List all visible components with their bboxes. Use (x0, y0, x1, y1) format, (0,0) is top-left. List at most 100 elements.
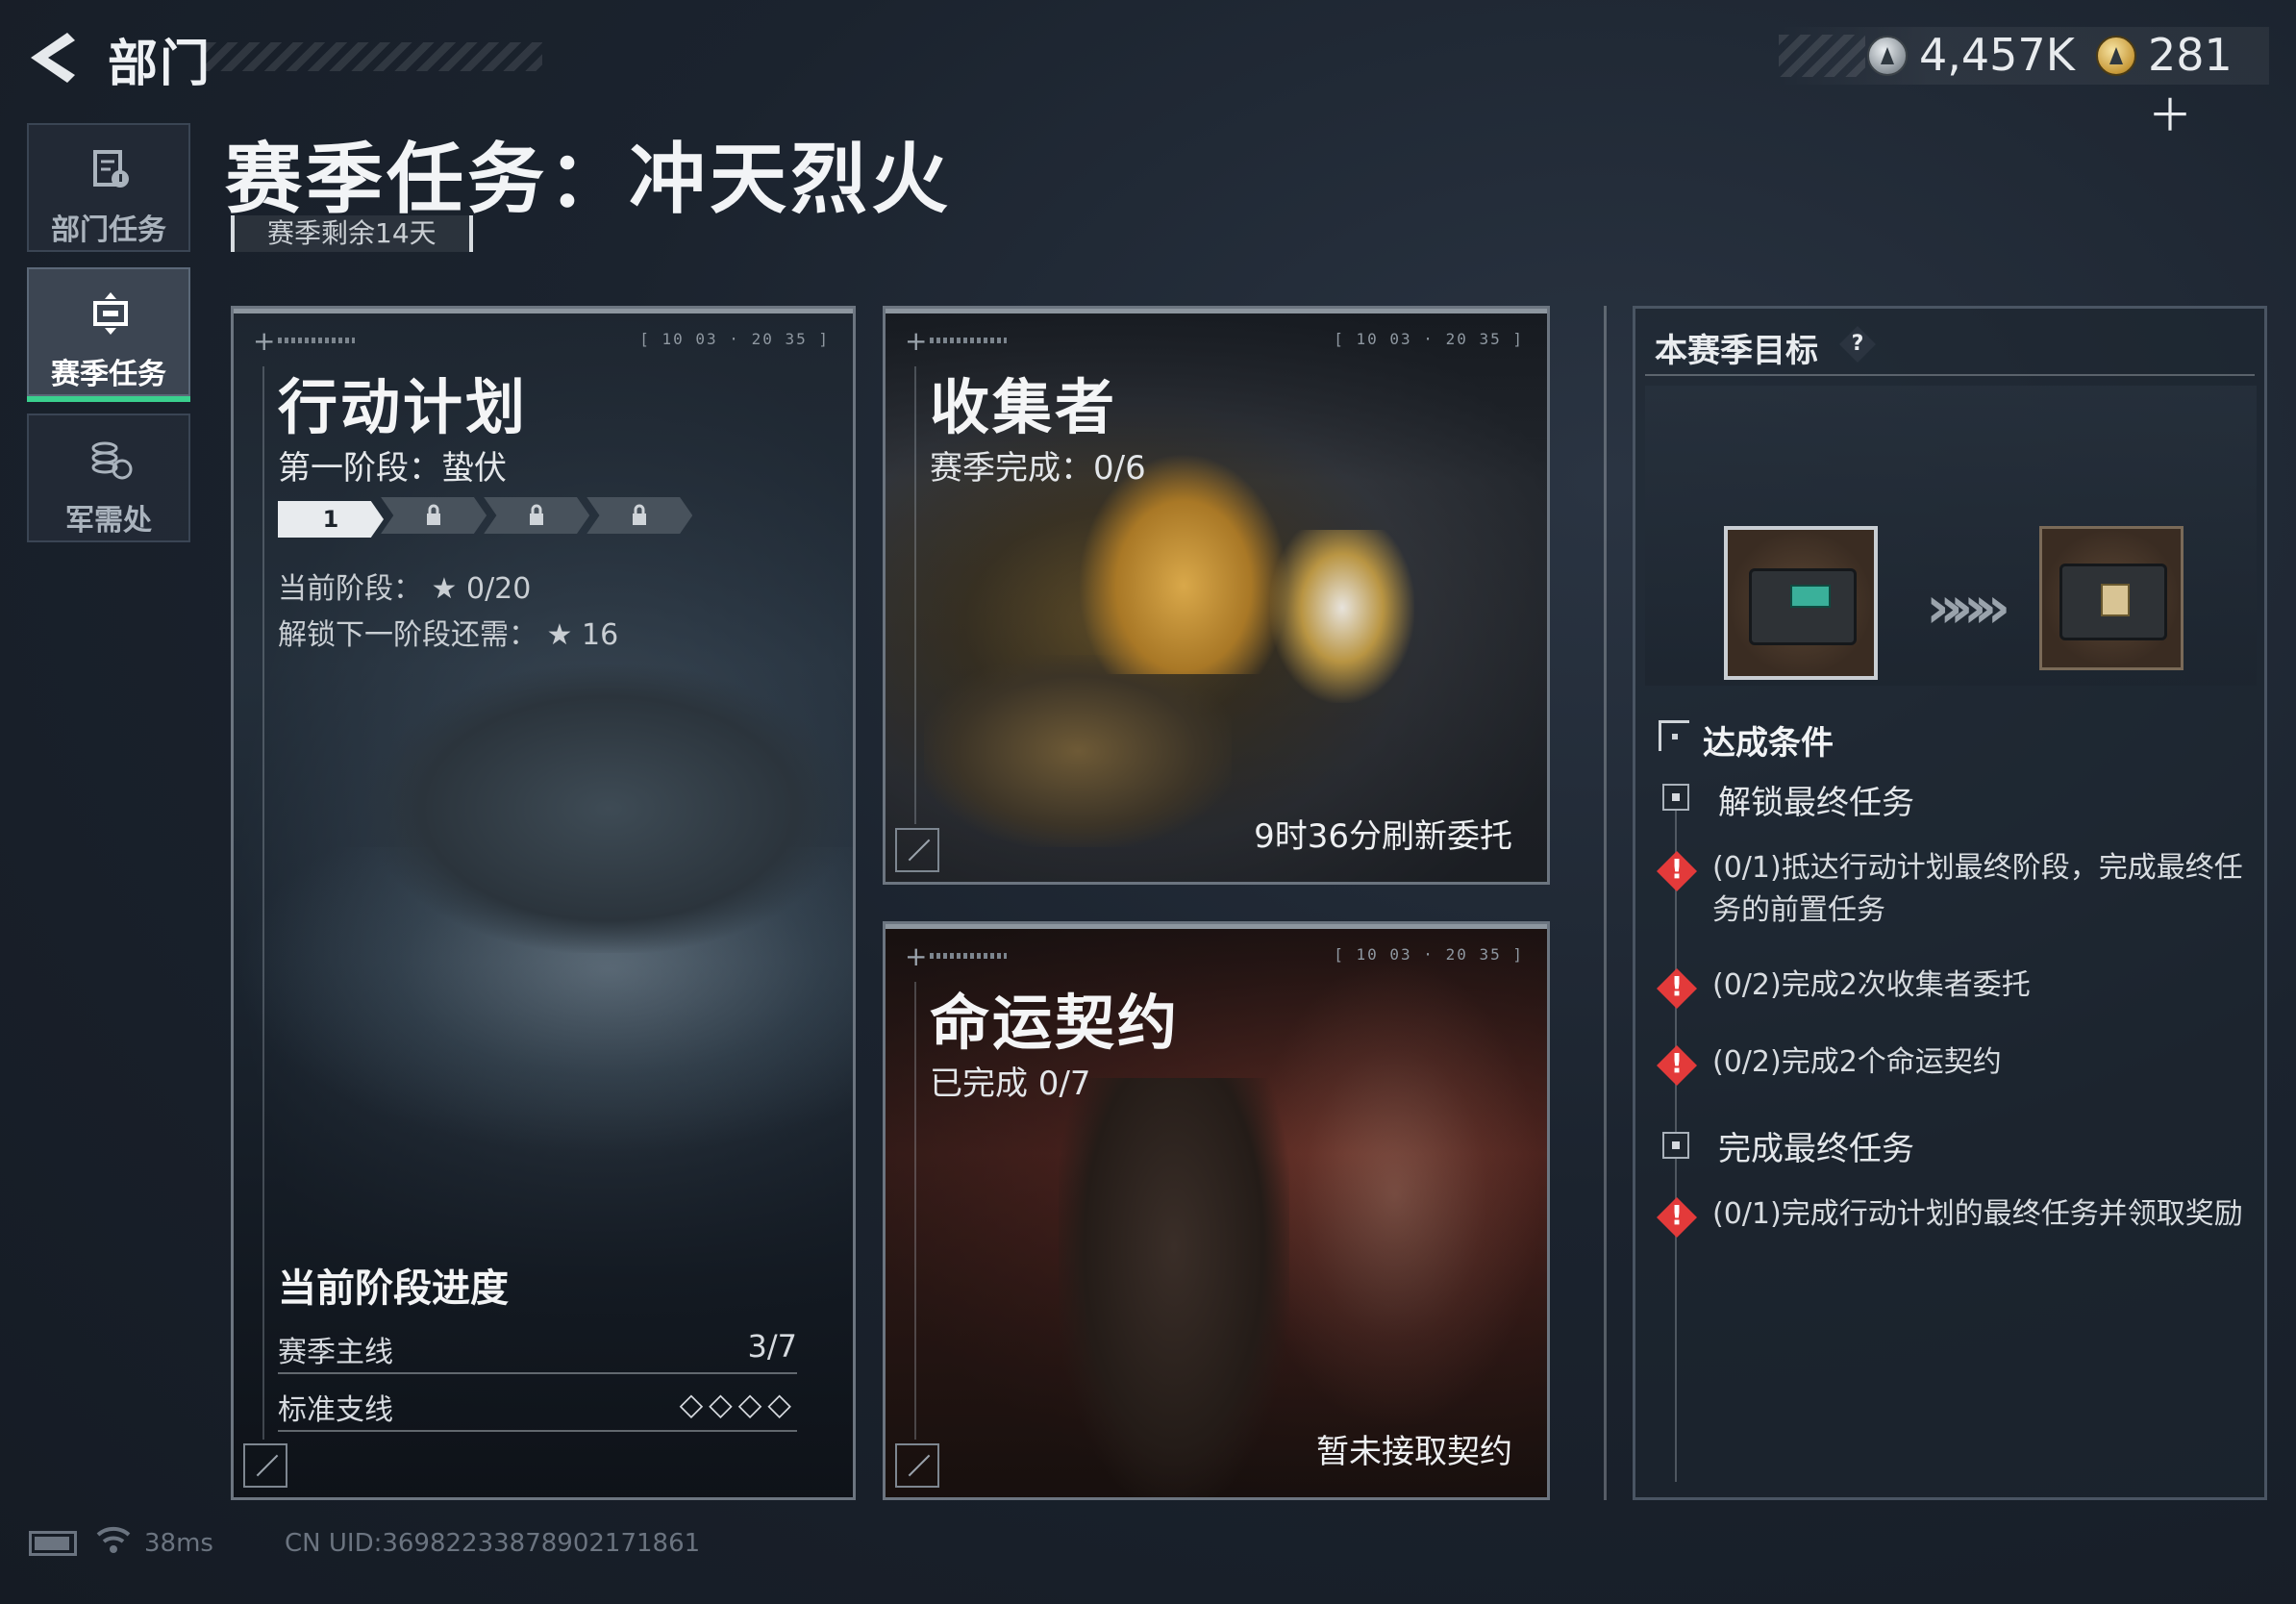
season-task-icon (93, 292, 128, 335)
user-uid: CN UID:36982233878902171861 (285, 1529, 701, 1558)
condition-sub-final-reward: (0/1)完成行动计划的最终任务并领取奖励 (1712, 1197, 2243, 1231)
reward-item-teal-crate[interactable] (1724, 526, 1878, 680)
back-arrow-icon (31, 33, 75, 83)
fate-contract-status: 暂未接取契约 (1316, 1433, 1512, 1471)
silver-coin-icon (1867, 36, 1908, 76)
back-button[interactable] (27, 27, 85, 88)
chevron-right-icon: »»» (1926, 574, 2010, 641)
nav-label-season-task: 赛季任务 (51, 358, 166, 391)
header-title: 部门 (108, 36, 212, 93)
expand-icon (895, 1443, 939, 1488)
card-deco-bar (278, 338, 355, 343)
card-deco-stamp: [ 10 03 · 20 35 ] (1334, 330, 1524, 348)
nav-item-department-task[interactable]: 部门任务 (27, 123, 190, 252)
current-stage-label: 当前阶段： (278, 572, 422, 606)
battery-icon (29, 1531, 77, 1556)
expand-icon (895, 828, 939, 872)
wanted-photos-art (1251, 963, 1539, 1424)
crate-teal-icon (1749, 568, 1857, 645)
wifi-icon (94, 1523, 133, 1565)
current-stage-row: 当前阶段： ★ 0/20 (278, 564, 531, 607)
conditions-heading: 达成条件 (1659, 716, 1834, 764)
stage-segment-2-lock-icon (381, 497, 487, 534)
plus-icon: + (905, 940, 928, 972)
reward-item-gold-crate[interactable] (2039, 526, 2184, 670)
card-top-line (886, 309, 1547, 313)
conditions-icon (1659, 720, 1689, 751)
island-art (368, 664, 849, 953)
golden-cup-art (1270, 530, 1414, 703)
crate-gold-icon (2059, 564, 2167, 640)
progress-row-side: 标准支线 ◇◇◇◇ (278, 1376, 797, 1432)
reward-showcase: »»» (1645, 386, 2257, 686)
stage-segment-3-lock-icon (484, 497, 590, 534)
condition-complete-final: 完成最终任务 (1718, 1130, 1914, 1168)
fate-contract-title: 命运契约 (930, 988, 1181, 1058)
warning-icon (1657, 851, 1697, 891)
condition-unlock-final: 解锁最终任务 (1718, 784, 1914, 822)
quartermaster-icon (91, 441, 133, 480)
fate-contract-card[interactable]: + [ 10 03 · 20 35 ] 命运契约 已完成 0/7 暂未接取契约 (883, 921, 1550, 1500)
operation-plan-title: 行动计划 (278, 372, 529, 442)
hooded-figure-art (1059, 1078, 1289, 1497)
silver-currency-value: 4,457K (1919, 29, 2075, 81)
expand-icon (243, 1443, 287, 1488)
condition-bullet-icon (1662, 1132, 1689, 1159)
progress-row-main: 赛季主线 3/7 (278, 1318, 797, 1374)
help-icon[interactable]: ? (1839, 326, 1876, 363)
season-goal-panel: 本赛季目标 ? »»» 达成条件 解锁最终任务 (0/1)抵达行动计划最终阶段，… (1633, 306, 2267, 1500)
current-stage-value: ★ 0/20 (431, 572, 532, 606)
nav-item-season-task[interactable]: 赛季任务 (27, 267, 190, 402)
network-latency: 38ms (144, 1529, 213, 1558)
card-side-line (914, 982, 916, 1440)
stage-progress-bar: 1 (278, 497, 693, 538)
card-deco-stamp: [ 10 03 · 20 35 ] (1334, 945, 1524, 964)
warning-icon (1657, 968, 1697, 1009)
nav-item-quartermaster[interactable]: 军需处 (27, 414, 190, 542)
conditions-title: 达成条件 (1703, 724, 1834, 763)
currency-stripes (1779, 35, 1865, 77)
progress-row-side-label: 标准支线 (278, 1393, 393, 1427)
card-deco-bar (930, 953, 1007, 959)
unlock-next-label: 解锁下一阶段还需： (278, 618, 537, 652)
nav-label-department-task: 部门任务 (51, 213, 166, 247)
card-top-line (886, 924, 1547, 929)
stage-segment-1: 1 (278, 501, 384, 538)
condition-sub-collector: (0/2)完成2次收集者委托 (1712, 968, 2031, 1002)
gold-coin-icon (2096, 36, 2136, 76)
progress-row-side-value: ◇◇◇◇ (679, 1386, 797, 1422)
plus-icon: + (905, 325, 928, 357)
nav-label-quartermaster: 军需处 (65, 504, 152, 538)
card-side-line (914, 366, 916, 824)
current-stage-progress-title: 当前阶段进度 (278, 1266, 509, 1311)
progress-row-main-value: 3/7 (747, 1328, 798, 1365)
collector-card[interactable]: + [ 10 03 · 20 35 ] 收集者 赛季完成：0/6 9时36分刷新… (883, 306, 1550, 885)
plus-icon: + (253, 325, 276, 357)
card-top-line (234, 309, 853, 313)
collector-title: 收集者 (930, 372, 1118, 442)
season-remaining-badge: 赛季剩余14天 (231, 215, 473, 252)
warning-icon (1657, 1197, 1697, 1238)
collector-subtitle: 赛季完成：0/6 (930, 449, 1146, 488)
warning-icon (1657, 1045, 1697, 1086)
department-task-icon (93, 150, 129, 188)
coins-art (924, 655, 1232, 847)
gold-currency-value[interactable]: 281＋ (2148, 29, 2269, 144)
panel-divider (1604, 306, 1607, 1500)
card-side-line (262, 366, 264, 1440)
collector-refresh-timer: 9时36分刷新委托 (1254, 817, 1512, 856)
unlock-next-row: 解锁下一阶段还需： ★ 16 (278, 611, 618, 653)
season-goal-title: 本赛季目标 (1655, 332, 1818, 370)
header-stripes (206, 42, 542, 71)
fate-contract-subtitle: 已完成 0/7 (930, 1065, 1091, 1103)
unlock-next-value: ★ 16 (546, 618, 619, 652)
stage-segment-4-lock-icon (586, 497, 693, 534)
condition-bullet-icon (1662, 784, 1689, 811)
operation-plan-card[interactable]: + [ 10 03 · 20 35 ] 行动计划 第一阶段：蛰伏 1 当前阶段：… (231, 306, 856, 1500)
condition-sub-fate-contract: (0/2)完成2个命运契约 (1712, 1045, 2002, 1079)
condition-sub-reach-final-stage: (0/1)抵达行动计划最终阶段，完成最终任务的前置任务 (1712, 851, 2243, 927)
card-deco-bar (930, 338, 1007, 343)
goal-header-divider (1645, 374, 2255, 376)
card-deco-stamp: [ 10 03 · 20 35 ] (639, 330, 830, 348)
page-title: 赛季任务：冲天烈火 (225, 135, 952, 224)
